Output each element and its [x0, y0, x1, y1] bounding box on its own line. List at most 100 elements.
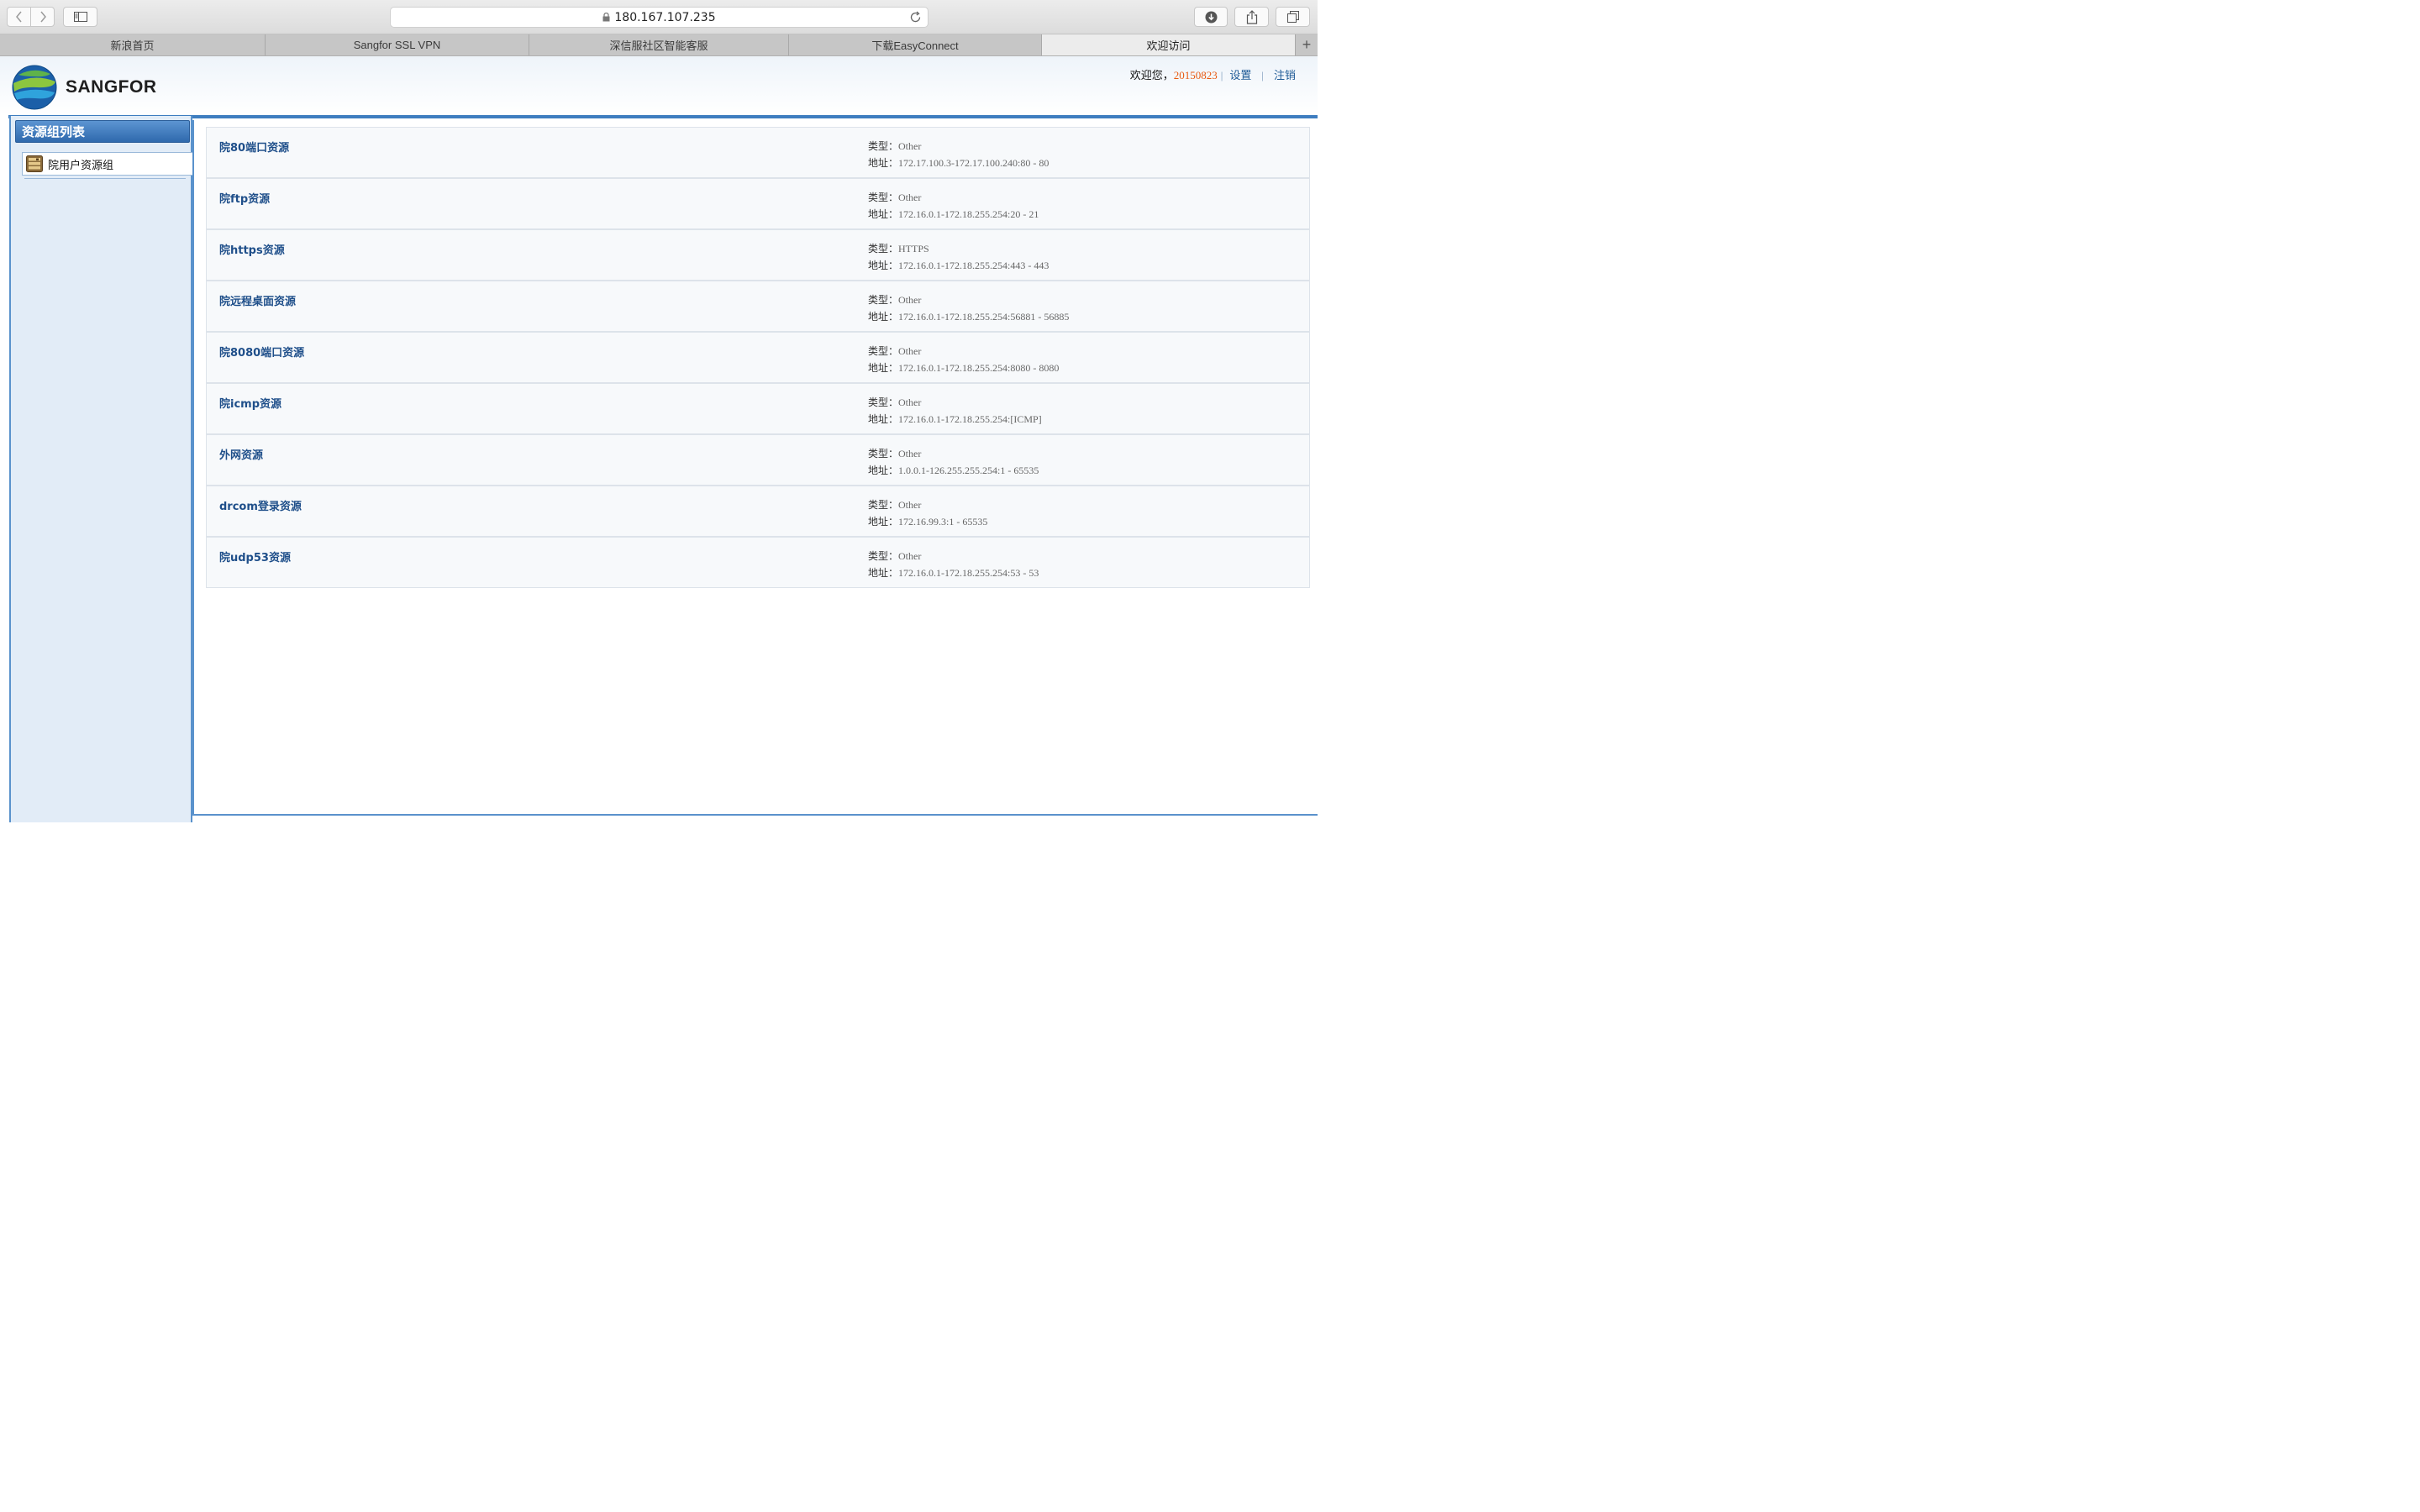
share-button[interactable] — [1234, 7, 1269, 27]
resource-group-icon — [26, 155, 43, 172]
back-button[interactable] — [7, 7, 31, 27]
download-icon — [1205, 11, 1217, 23]
resource-name[interactable]: drcom登录资源 — [219, 497, 302, 513]
tab-label: 新浪首页 — [110, 39, 155, 52]
downloads-button[interactable] — [1194, 7, 1228, 27]
chevron-left-icon — [15, 11, 22, 23]
resource-name[interactable]: 院ftp资源 — [219, 190, 270, 206]
resource-item[interactable]: 外网资源 类型：Other 地址：1.0.0.1-126.255.255.254… — [206, 434, 1310, 486]
forward-button[interactable] — [30, 7, 55, 27]
address-label: 地址： — [868, 157, 899, 169]
welcome-text: 欢迎您， — [1129, 69, 1174, 81]
address-text: 180.167.107.235 — [614, 10, 716, 24]
tab-label: 深信服社区智能客服 — [609, 39, 708, 52]
tab-label: Sangfor SSL VPN — [353, 39, 441, 51]
type-label: 类型： — [868, 499, 899, 511]
new-tab-button[interactable]: + — [1296, 34, 1318, 55]
address-bar[interactable]: 180.167.107.235 — [390, 7, 929, 28]
resource-item[interactable]: drcom登录资源 类型：Other 地址：172.16.99.3:1 - 65… — [206, 486, 1310, 537]
sidebar-item-label: 院用户资源组 — [48, 158, 114, 171]
browser-toolbar: 180.167.107.235 — [0, 0, 1318, 34]
divider — [24, 178, 186, 179]
resource-address: 172.16.0.1-172.18.255.254:20 - 21 — [898, 208, 1039, 220]
resource-address: 172.16.0.1-172.18.255.254:[ICMP] — [898, 413, 1042, 425]
address-label: 地址： — [868, 362, 899, 374]
type-label: 类型： — [868, 396, 899, 408]
resource-info: 类型：Other 地址：172.16.0.1-172.18.255.254:20… — [868, 189, 1039, 223]
resource-info: 类型：Other 地址：172.16.0.1-172.18.255.254:[I… — [868, 394, 1042, 428]
resource-type: Other — [898, 499, 922, 511]
sidebar-item-user-resource-group[interactable]: 院用户资源组 — [22, 152, 194, 176]
resource-type: Other — [898, 294, 922, 306]
chevron-right-icon — [39, 11, 46, 23]
tab-sangfor-community[interactable]: 深信服社区智能客服 — [529, 34, 789, 55]
header-divider — [8, 115, 1318, 118]
address-label: 地址： — [868, 311, 899, 323]
resource-item[interactable]: 院ftp资源 类型：Other 地址：172.16.0.1-172.18.255… — [206, 178, 1310, 229]
resource-address: 172.16.99.3:1 - 65535 — [898, 516, 988, 528]
resource-info: 类型：Other 地址：1.0.0.1-126.255.255.254:1 - … — [868, 445, 1039, 479]
resource-item[interactable]: 院icmp资源 类型：Other 地址：172.16.0.1-172.18.25… — [206, 383, 1310, 434]
resource-address: 172.17.100.3-172.17.100.240:80 - 80 — [898, 157, 1050, 169]
tab-welcome[interactable]: 欢迎访问 — [1042, 34, 1296, 55]
globe-logo-icon — [12, 65, 57, 110]
resource-info: 类型：Other 地址：172.17.100.3-172.17.100.240:… — [868, 138, 1049, 171]
resource-info: 类型：Other 地址：172.16.0.1-172.18.255.254:80… — [868, 343, 1059, 376]
address-label: 地址： — [868, 465, 899, 476]
resource-info: 类型：HTTPS 地址：172.16.0.1-172.18.255.254:44… — [868, 240, 1049, 274]
resource-name[interactable]: 院80端口资源 — [219, 139, 289, 155]
address-label: 地址： — [868, 516, 899, 528]
logout-link[interactable]: 注销 — [1274, 69, 1296, 81]
settings-link[interactable]: 设置 — [1229, 69, 1251, 81]
tab-sangfor-ssl-vpn[interactable]: Sangfor SSL VPN — [266, 34, 529, 55]
resource-type: Other — [898, 140, 922, 152]
address-label: 地址： — [868, 413, 899, 425]
reload-icon[interactable] — [909, 11, 922, 24]
type-label: 类型： — [868, 345, 899, 357]
resource-name[interactable]: 院远程桌面资源 — [219, 292, 296, 308]
tabs-overview-button[interactable] — [1276, 7, 1310, 27]
sidebar-toggle-button[interactable] — [63, 7, 97, 27]
resource-type: Other — [898, 396, 922, 408]
tabs-icon — [1286, 11, 1299, 23]
resource-type: HTTPS — [898, 243, 929, 255]
resource-type: Other — [898, 550, 922, 562]
tab-label: 欢迎访问 — [1146, 39, 1191, 52]
resource-info: 类型：Other 地址：172.16.0.1-172.18.255.254:53… — [868, 548, 1039, 581]
resource-name[interactable]: 院udp53资源 — [219, 549, 291, 564]
resource-item[interactable]: 院80端口资源 类型：Other 地址：172.17.100.3-172.17.… — [206, 127, 1310, 178]
resource-item[interactable]: 院udp53资源 类型：Other 地址：172.16.0.1-172.18.2… — [206, 537, 1310, 588]
resource-name[interactable]: 院icmp资源 — [219, 395, 281, 411]
type-label: 类型： — [868, 294, 899, 306]
resource-type: Other — [898, 448, 922, 459]
type-label: 类型： — [868, 448, 899, 459]
resource-name[interactable]: 院https资源 — [219, 241, 285, 257]
tab-download-easyconnect[interactable]: 下载EasyConnect — [789, 34, 1042, 55]
logo-text: SANGFOR — [66, 77, 157, 97]
tab-sina-home[interactable]: 新浪首页 — [0, 34, 266, 55]
resource-list: 院80端口资源 类型：Other 地址：172.17.100.3-172.17.… — [192, 120, 1318, 816]
resource-item[interactable]: 院8080端口资源 类型：Other 地址：172.16.0.1-172.18.… — [206, 332, 1310, 383]
sidebar-icon — [73, 12, 87, 22]
resource-address: 1.0.0.1-126.255.255.254:1 - 65535 — [898, 465, 1039, 476]
separator: | — [1261, 69, 1264, 81]
resource-item[interactable]: 院https资源 类型：HTTPS 地址：172.16.0.1-172.18.2… — [206, 229, 1310, 281]
sidebar-title: 资源组列表 — [15, 120, 190, 143]
lock-icon — [602, 13, 610, 22]
address-label: 地址： — [868, 260, 899, 271]
share-icon — [1246, 9, 1257, 24]
resource-name[interactable]: 外网资源 — [219, 446, 263, 462]
resource-info: 类型：Other 地址：172.16.0.1-172.18.255.254:56… — [868, 291, 1069, 325]
address-label: 地址： — [868, 567, 899, 579]
resource-group-sidebar: 资源组列表 院用户资源组 — [9, 116, 194, 822]
resource-item[interactable]: 院远程桌面资源 类型：Other 地址：172.16.0.1-172.18.25… — [206, 281, 1310, 332]
type-label: 类型： — [868, 550, 899, 562]
resource-address: 172.16.0.1-172.18.255.254:443 - 443 — [898, 260, 1050, 271]
resource-address: 172.16.0.1-172.18.255.254:56881 - 56885 — [898, 311, 1070, 323]
type-label: 类型： — [868, 140, 899, 152]
page-header: SANGFOR 欢迎您，20150823 | 设置 | 注销 — [0, 56, 1318, 115]
resource-name[interactable]: 院8080端口资源 — [219, 344, 304, 360]
tab-label: 下载EasyConnect — [871, 39, 959, 52]
type-label: 类型： — [868, 243, 899, 255]
resource-address: 172.16.0.1-172.18.255.254:53 - 53 — [898, 567, 1039, 579]
